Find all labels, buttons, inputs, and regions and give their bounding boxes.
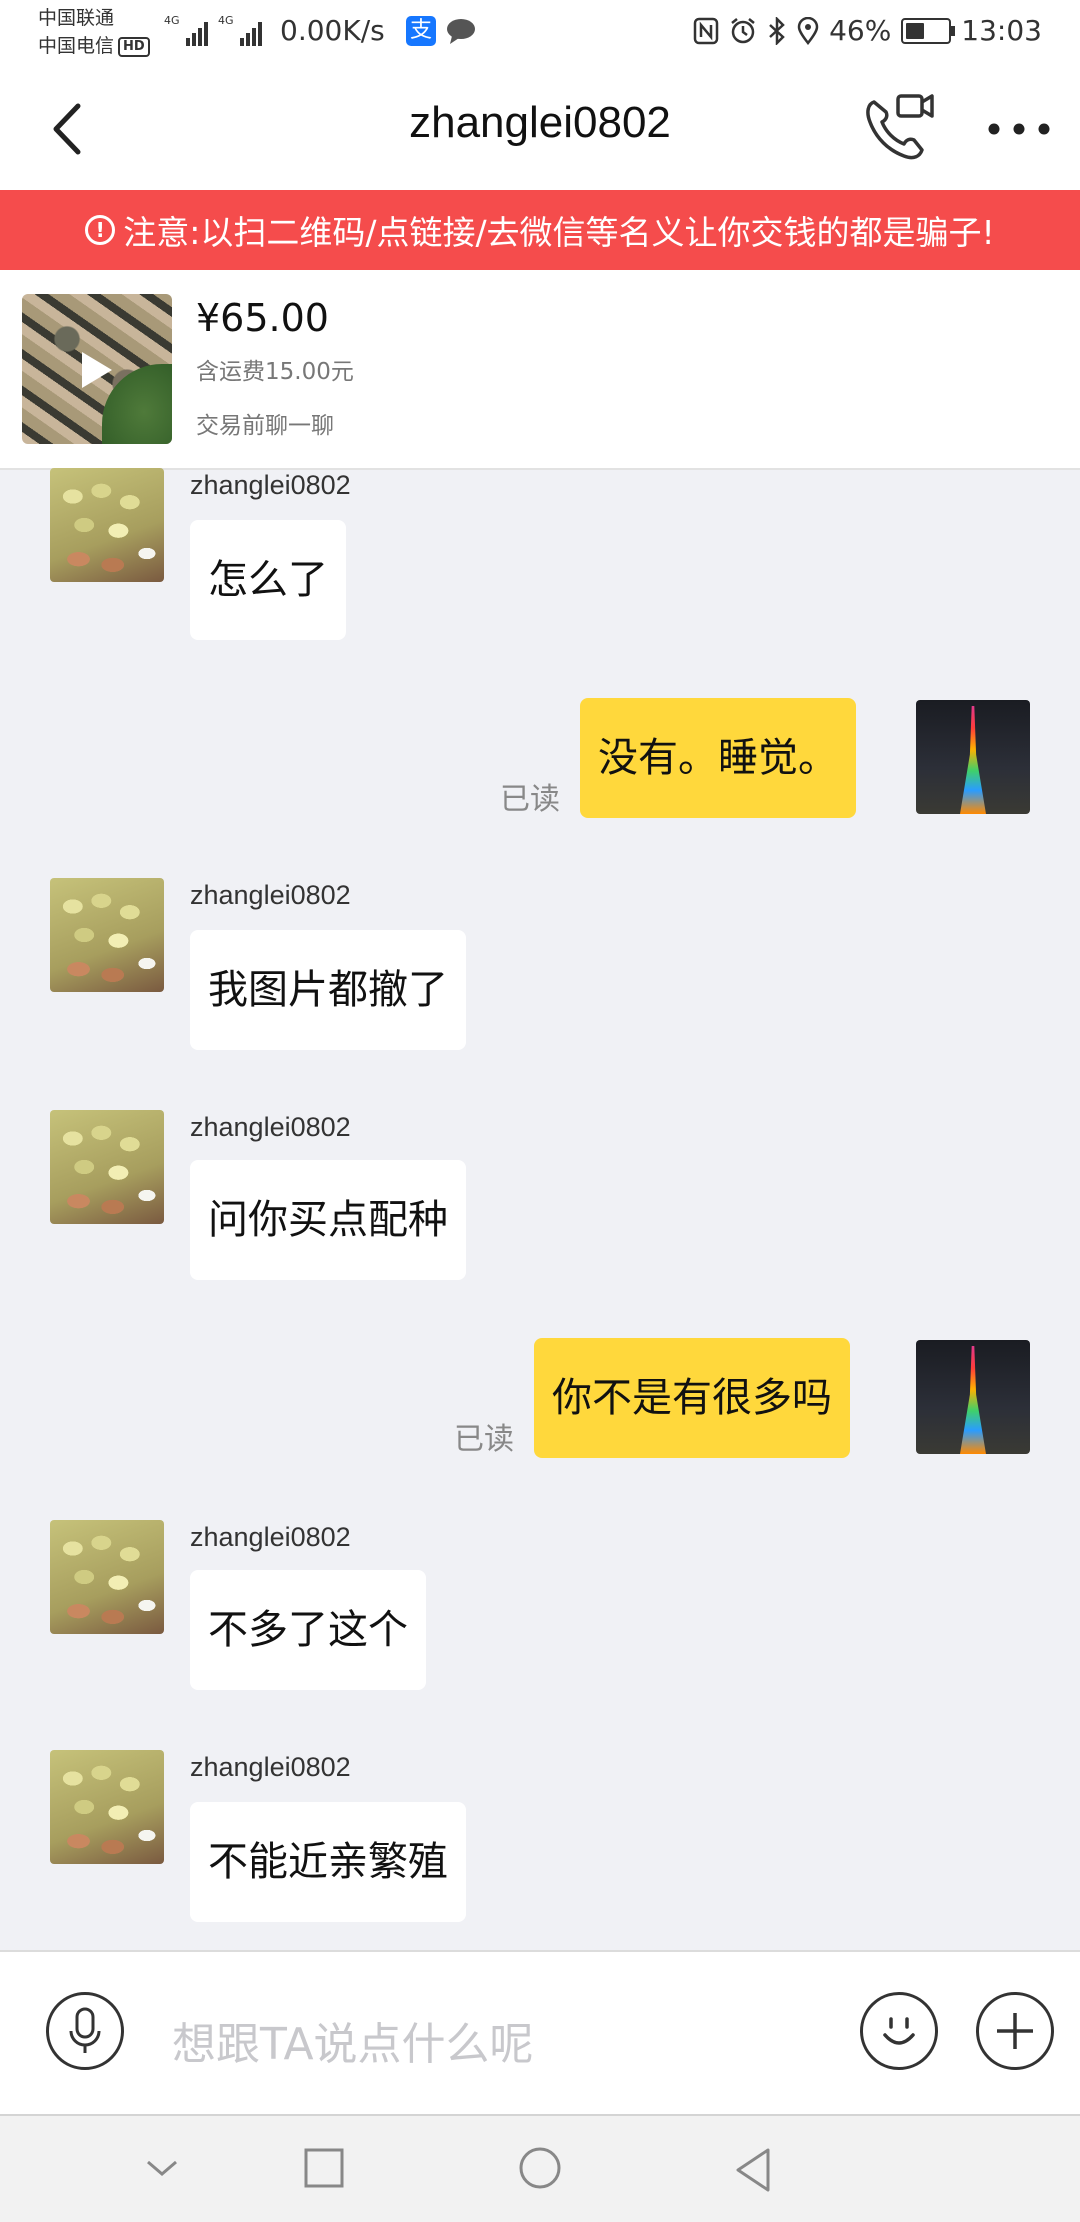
contact-avatar[interactable] — [50, 1110, 164, 1224]
message-bubble-self[interactable]: 你不是有很多吗 — [534, 1338, 850, 1458]
call-button[interactable] — [860, 90, 940, 166]
message-input-bar: 想跟TA说点什么呢 — [0, 1950, 1080, 2116]
alipay-icon: 支 — [406, 16, 436, 46]
signal-icon — [186, 22, 208, 46]
sender-name: zhanglei0802 — [190, 1752, 351, 1782]
product-card[interactable]: ¥65.00 含运费15.00元 交易前聊一聊 — [0, 270, 1080, 470]
carrier-1: 中国联通 — [38, 7, 115, 29]
emoji-button[interactable] — [860, 1992, 938, 2070]
battery-icon — [901, 17, 956, 44]
home-button[interactable] — [516, 2146, 564, 2194]
warning-text: 注意:以扫二维码/点链接/去微信等名义让你交钱的都是骗子! — [123, 213, 995, 252]
fraud-warning-banner: ! 注意:以扫二维码/点链接/去微信等名义让你交钱的都是骗子! — [0, 190, 1080, 270]
battery-percent: 46% — [829, 14, 892, 47]
read-receipt: 已读 — [454, 1422, 514, 1457]
message-bubble[interactable]: 不多了这个 — [190, 1570, 426, 1690]
voice-button[interactable] — [46, 1992, 124, 2070]
message-icon — [447, 19, 475, 44]
message-bubble-self[interactable]: 没有。睡觉。 — [580, 698, 856, 818]
signal-icon-2 — [240, 22, 262, 46]
sender-name: zhanglei0802 — [190, 1522, 351, 1552]
alarm-icon — [731, 17, 755, 43]
microphone-icon — [69, 2007, 101, 2053]
status-right: 46% 13:03 — [693, 14, 1042, 47]
contact-avatar[interactable] — [50, 878, 164, 992]
read-receipt: 已读 — [500, 782, 560, 817]
play-icon — [82, 352, 112, 388]
more-button[interactable] — [984, 104, 1054, 154]
shipping-fee: 含运费15.00元 — [196, 359, 354, 385]
location-icon — [797, 16, 819, 45]
status-bar: 中国联通 中国电信 HD 4G 4G 0.00K/s 支 46% 13:03 — [0, 0, 1080, 68]
recents-button[interactable] — [302, 2146, 346, 2190]
tower-image — [960, 706, 986, 814]
warning-icon: ! — [85, 215, 116, 245]
hd-badge: HD — [118, 36, 150, 57]
message-bubble[interactable]: 不能近亲繁殖 — [190, 1802, 466, 1922]
carrier-2: 中国电信 — [38, 35, 115, 57]
network-speed: 0.00K/s — [280, 14, 385, 47]
chat-messages[interactable]: zhanglei0802 怎么了 已读 没有。睡觉。 zhanglei0802 … — [0, 468, 1080, 1950]
smiley-icon — [883, 2017, 915, 2045]
more-actions-button[interactable] — [976, 1992, 1054, 2070]
message-input[interactable]: 想跟TA说点什么呢 — [172, 2008, 534, 2072]
clock: 13:03 — [961, 14, 1042, 47]
hide-keyboard-icon[interactable] — [140, 2146, 184, 2190]
system-nav-bar — [0, 2114, 1080, 2222]
back-nav-button[interactable] — [732, 2146, 776, 2194]
bluetooth-icon — [769, 16, 785, 45]
battery-fill — [906, 22, 925, 39]
contact-avatar[interactable] — [50, 468, 164, 582]
sender-name: zhanglei0802 — [190, 880, 351, 910]
message-bubble[interactable]: 问你买点配种 — [190, 1160, 466, 1280]
product-video-thumbnail[interactable] — [22, 294, 172, 444]
carrier-info: 中国联通 中国电信 HD — [38, 4, 150, 60]
chat-header: zhanglei0802 — [0, 68, 1080, 190]
tower-image — [960, 1346, 986, 1454]
sender-name: zhanglei0802 — [190, 1112, 351, 1142]
contact-avatar[interactable] — [50, 1520, 164, 1634]
trade-status: 交易前聊一聊 — [196, 413, 334, 439]
my-avatar[interactable] — [916, 1340, 1030, 1454]
sender-name: zhanglei0802 — [190, 470, 351, 500]
nfc-icon — [693, 17, 719, 44]
message-bubble[interactable]: 怎么了 — [190, 520, 346, 640]
thumbnail-leaf — [102, 364, 172, 444]
message-bubble[interactable]: 我图片都撤了 — [190, 930, 466, 1050]
product-price: ¥65.00 — [196, 296, 329, 340]
contact-avatar[interactable] — [50, 1750, 164, 1864]
my-avatar[interactable] — [916, 700, 1030, 814]
plus-icon — [997, 2013, 1033, 2049]
